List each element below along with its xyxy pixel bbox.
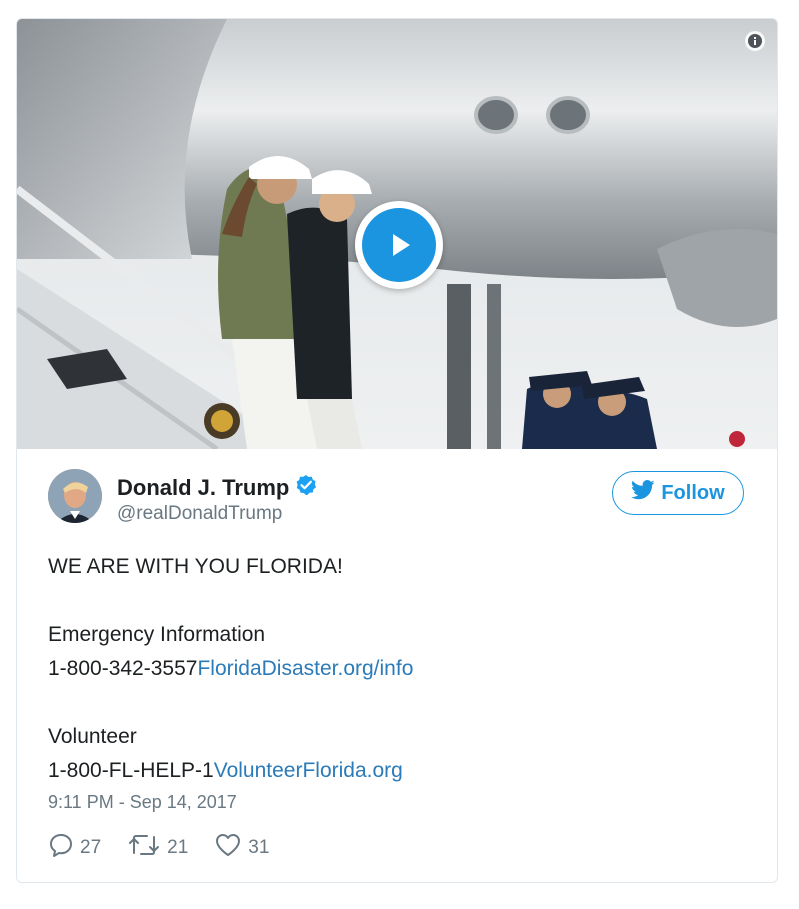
tweet-line-emergency-contact: 1-800-342-3557FloridaDisaster.org/info bbox=[48, 652, 758, 686]
play-button[interactable] bbox=[355, 201, 443, 289]
verified-badge-icon bbox=[295, 474, 317, 501]
follow-button[interactable]: Follow bbox=[612, 471, 744, 515]
tweet-line-volunteer-contact: 1-800-FL-HELP-1VolunteerFlorida.org bbox=[48, 754, 758, 788]
heart-icon bbox=[214, 832, 242, 864]
like-count: 31 bbox=[248, 837, 270, 858]
twitter-bird-icon bbox=[631, 480, 655, 506]
tweet-line-headline: WE ARE WITH YOU FLORIDA! bbox=[48, 555, 343, 578]
tweet-actions: 27 21 31 bbox=[48, 832, 269, 864]
author-screen-name[interactable]: @realDonaldTrump bbox=[117, 503, 317, 525]
tweet-text: WE ARE WITH YOU FLORIDA! Emergency Infor… bbox=[48, 550, 758, 788]
retweet-count: 21 bbox=[167, 837, 189, 858]
retweet-action[interactable]: 21 bbox=[127, 833, 188, 863]
author-block: Donald J. Trump @realDonaldTrump bbox=[117, 474, 317, 525]
retweet-icon bbox=[127, 833, 161, 863]
volunteer-phone: 1-800-FL-HELP-1 bbox=[48, 759, 214, 782]
emergency-phone: 1-800-342-3557 bbox=[48, 657, 198, 680]
avatar[interactable] bbox=[48, 469, 102, 523]
reply-count: 27 bbox=[80, 837, 102, 858]
tweet-line-volunteer-label: Volunteer bbox=[48, 725, 137, 748]
tweet-line-emergency-label: Emergency Information bbox=[48, 623, 266, 646]
reply-action[interactable]: 27 bbox=[48, 832, 101, 864]
info-icon[interactable] bbox=[745, 31, 765, 51]
tweet-card: Donald J. Trump @realDonaldTrump Follow … bbox=[16, 18, 778, 883]
volunteer-link[interactable]: VolunteerFlorida.org bbox=[214, 759, 403, 782]
author-display-name[interactable]: Donald J. Trump bbox=[117, 475, 289, 501]
like-action[interactable]: 31 bbox=[214, 832, 269, 864]
play-icon bbox=[362, 208, 436, 282]
video-thumbnail[interactable] bbox=[17, 19, 777, 449]
tweet-header: Donald J. Trump @realDonaldTrump Follow bbox=[48, 469, 748, 529]
reply-icon bbox=[48, 832, 74, 864]
tweet-timestamp[interactable]: 9:11 PM - Sep 14, 2017 bbox=[48, 792, 237, 813]
emergency-link[interactable]: FloridaDisaster.org/info bbox=[197, 657, 413, 680]
follow-label: Follow bbox=[661, 481, 725, 504]
